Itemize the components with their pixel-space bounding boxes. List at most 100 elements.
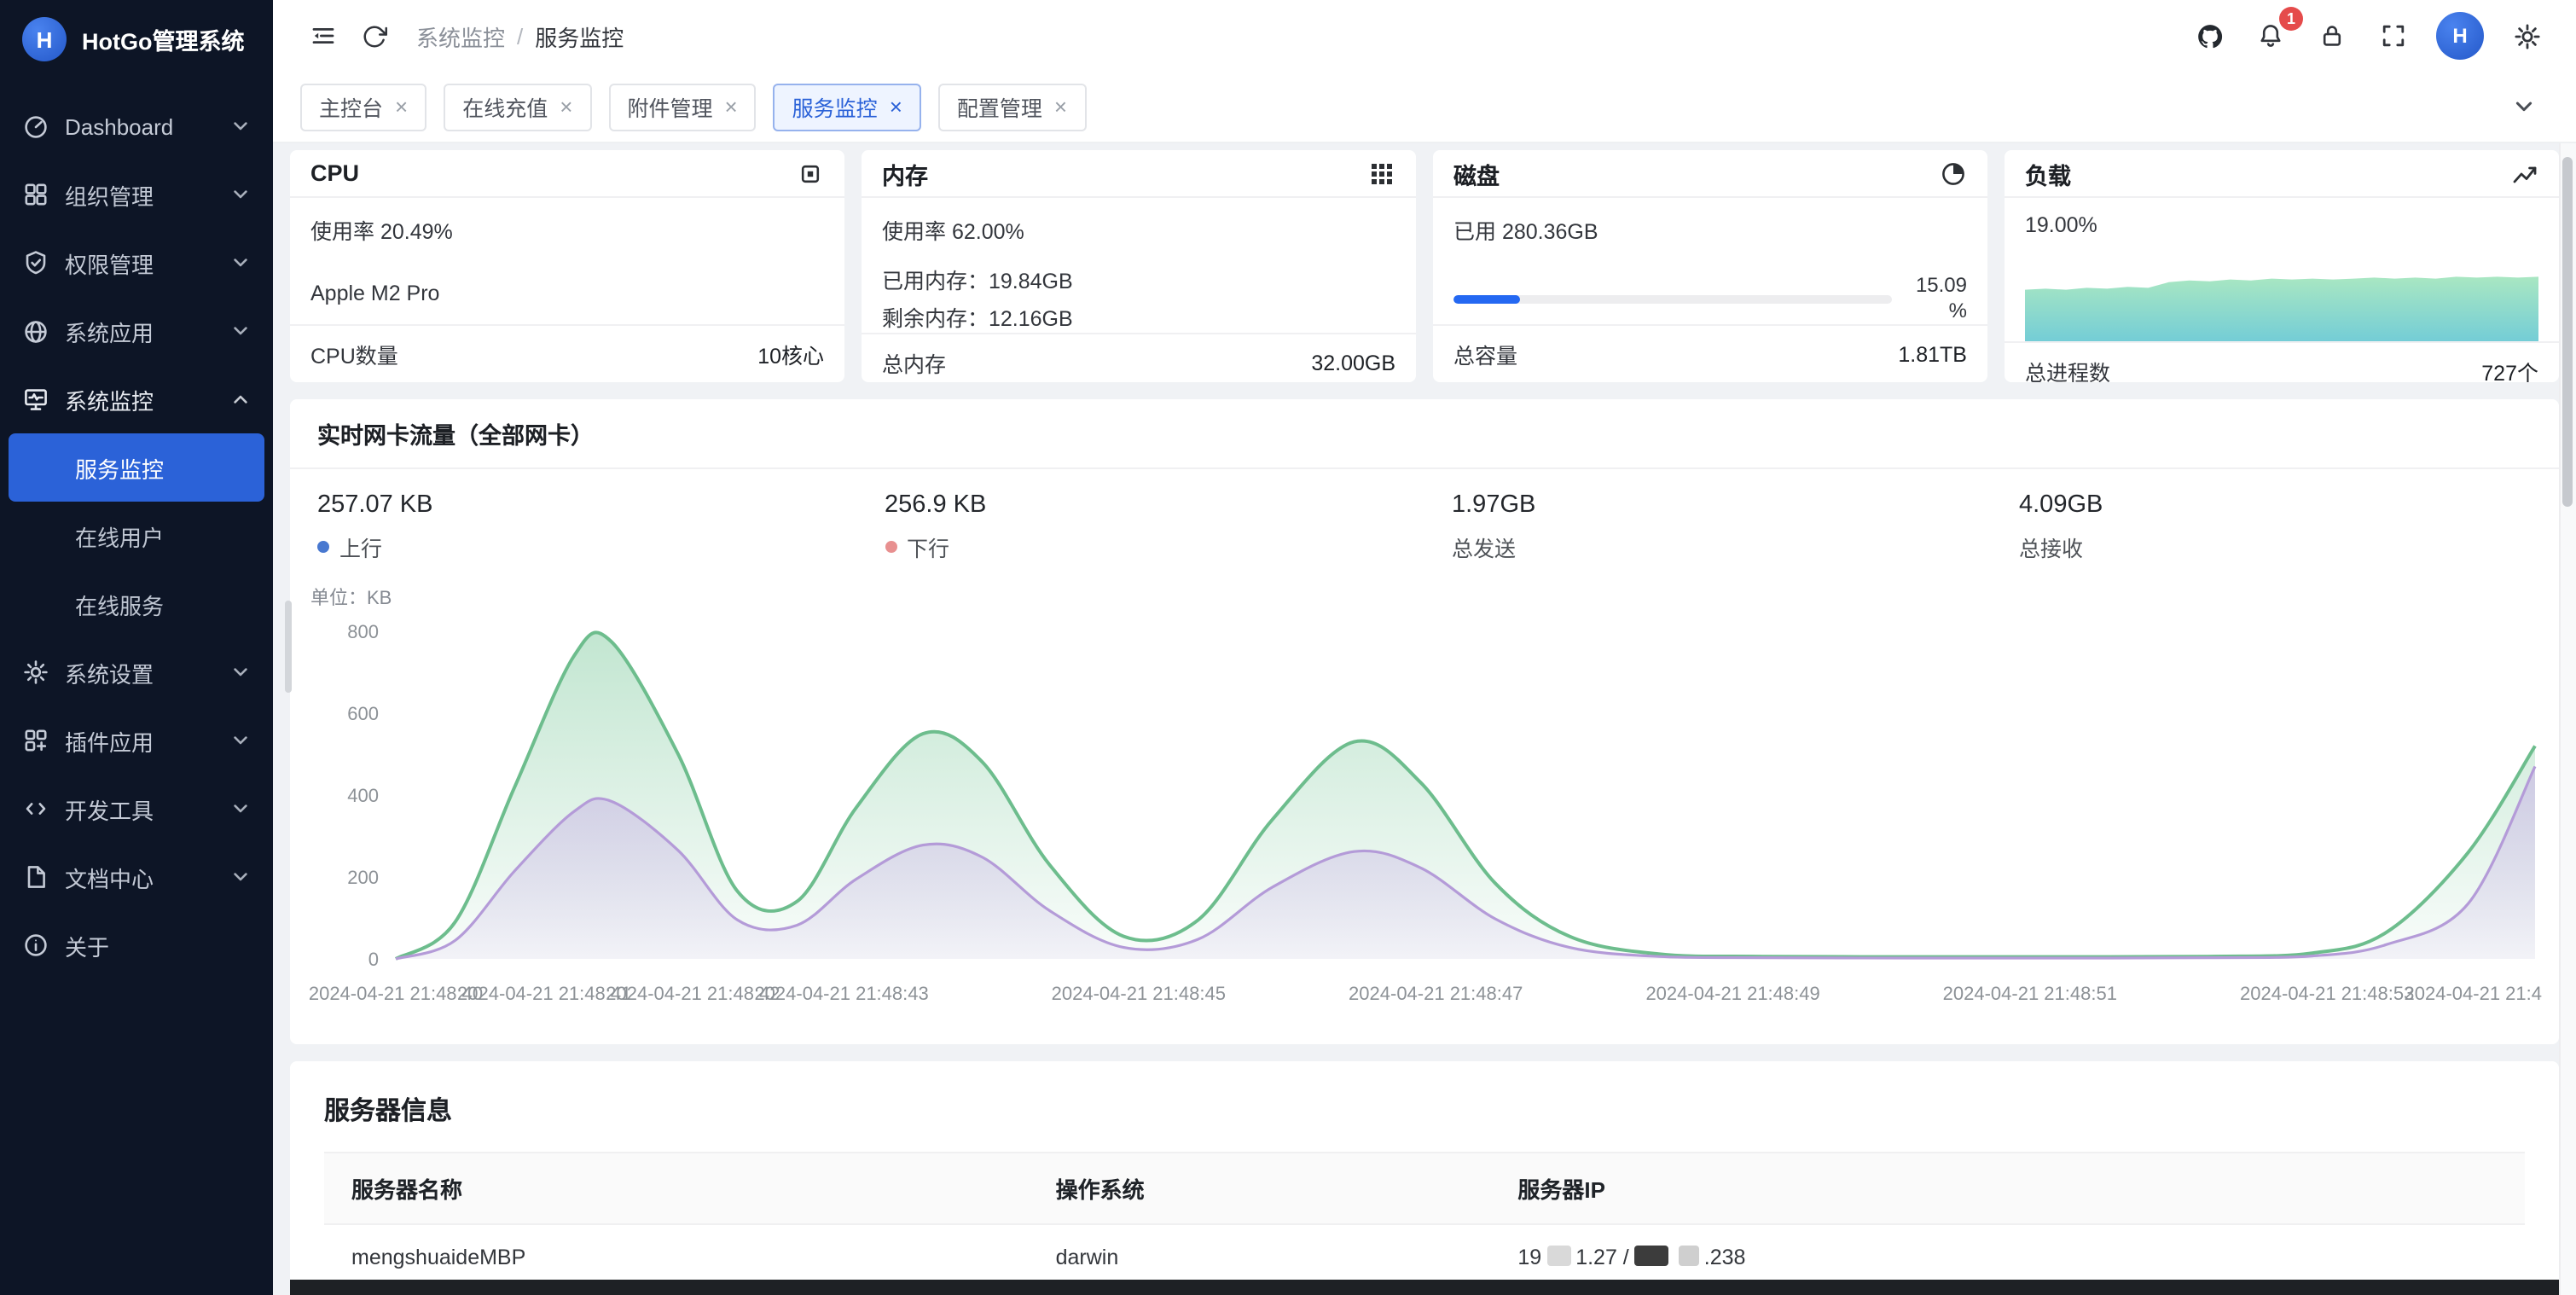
cpu-card-title: CPU: [310, 160, 359, 186]
traffic-stat-download: 256.9 KB 下行: [857, 491, 1424, 563]
column-server-name: 服务器名称: [324, 1153, 1029, 1224]
sidebar-item-org[interactable]: 组织管理: [0, 160, 273, 229]
lock-screen-button[interactable]: [2306, 10, 2358, 61]
monitor-icon: [22, 386, 49, 413]
load-card-title: 负载: [2025, 156, 2071, 190]
sidebar: H HotGo管理系统 Dashboard 组织管理: [0, 0, 273, 1295]
trend-line-icon: [2511, 160, 2538, 187]
disk-progress-fill: [1453, 294, 1520, 303]
breadcrumb-item-current: 服务监控: [535, 20, 624, 52]
fullscreen-button[interactable]: [2368, 10, 2419, 61]
tab-console[interactable]: 主控台 ×: [300, 83, 426, 131]
svg-text:2024-04-21 21:48:45: 2024-04-21 21:48:45: [1052, 983, 1226, 1004]
content-scrollbar-thumb[interactable]: [285, 601, 292, 693]
tab-attachments[interactable]: 附件管理 ×: [608, 83, 756, 131]
sidebar-item-system-monitor[interactable]: 系统监控: [0, 365, 273, 433]
tab-service-monitor[interactable]: 服务监控 ×: [774, 83, 921, 131]
bottom-strip: [290, 1280, 2576, 1295]
traffic-stat-total-sent: 1.97GB 总发送: [1424, 491, 1992, 563]
chevron-down-icon: [230, 116, 251, 136]
app-logo[interactable]: H HotGo管理系统: [0, 0, 273, 78]
upload-legend-dot: [317, 541, 329, 553]
refresh-icon[interactable]: [348, 10, 399, 61]
sidebar-item-about[interactable]: 关于: [0, 911, 273, 979]
scrollbar-track: [2559, 143, 2576, 1295]
load-sparkline: [2025, 249, 2538, 341]
column-server-ip: 服务器IP: [1490, 1153, 2525, 1224]
tab-options-button[interactable]: [2498, 81, 2549, 132]
sidebar-item-docs[interactable]: 文档中心: [0, 843, 273, 911]
svg-text:400: 400: [347, 785, 379, 806]
collapse-sidebar-button[interactable]: [297, 10, 348, 61]
chevron-down-icon: [230, 184, 251, 205]
memory-free: 剩余内存：12.16GB: [882, 300, 1395, 333]
load-card: 负载 19.00% 总进程数 727个: [2005, 150, 2559, 382]
sidebar-subitem-service-monitor[interactable]: 服务监控: [9, 433, 264, 502]
disk-card: 磁盘 已用 280.36GB 15.09 % 总容量: [1433, 150, 1987, 382]
sidebar-item-system-settings[interactable]: 系统设置: [0, 638, 273, 706]
globe-icon: [22, 317, 49, 345]
close-icon[interactable]: ×: [1054, 96, 1067, 118]
settings-button[interactable]: [2501, 10, 2552, 61]
close-icon[interactable]: ×: [560, 96, 572, 118]
lock-icon: [2318, 22, 2346, 49]
svg-text:2024-04-21 21:48:49: 2024-04-21 21:48:49: [1645, 983, 1819, 1004]
download-legend-dot: [885, 541, 896, 553]
server-info-card: 服务器信息 服务器名称 操作系统 服务器IP mengshuaideMBP da…: [290, 1061, 2559, 1295]
header-actions: 1 H: [2184, 10, 2552, 61]
sidebar-item-dev-tools[interactable]: 开发工具: [0, 775, 273, 843]
app-window: H HotGo管理系统 Dashboard 组织管理: [0, 0, 2576, 1295]
cpu-count-label: CPU数量: [310, 338, 398, 370]
svg-text:2024-04-21 21:48:43: 2024-04-21 21:48:43: [754, 983, 928, 1004]
sidebar-item-plugins[interactable]: 插件应用: [0, 706, 273, 775]
column-os: 操作系统: [1029, 1153, 1491, 1224]
tab-config[interactable]: 配置管理 ×: [938, 83, 1086, 131]
shield-icon: [22, 249, 49, 276]
cpu-model: Apple M2 Pro: [310, 282, 824, 305]
sidebar-subitem-online-users[interactable]: 在线用户: [9, 502, 264, 570]
svg-text:2024-04-21 21:48:53: 2024-04-21 21:48:53: [2240, 983, 2414, 1004]
close-icon[interactable]: ×: [395, 96, 408, 118]
disk-used: 已用 280.36GB: [1453, 213, 1967, 246]
close-icon[interactable]: ×: [724, 96, 737, 118]
plugin-icon: [22, 727, 49, 754]
chevron-down-icon: [230, 730, 251, 751]
sidebar-item-system-app[interactable]: 系统应用: [0, 297, 273, 365]
pie-chart-icon: [1940, 160, 1967, 187]
chevron-up-icon: [230, 389, 251, 409]
process-count-label: 总进程数: [2025, 355, 2110, 382]
app-title: HotGo管理系统: [82, 22, 245, 56]
disk-card-title: 磁盘: [1453, 156, 1500, 190]
gear-icon: [22, 659, 49, 686]
github-icon[interactable]: [2184, 10, 2235, 61]
sidebar-subitem-online-services[interactable]: 在线服务: [9, 570, 264, 638]
sidebar-menu: Dashboard 组织管理 权限管理: [0, 78, 273, 979]
breadcrumb-item[interactable]: 系统监控: [416, 20, 505, 52]
dashboard-icon: [22, 113, 49, 140]
close-icon[interactable]: ×: [890, 96, 902, 118]
avatar[interactable]: H: [2436, 12, 2484, 60]
breadcrumb-separator: /: [517, 23, 523, 49]
sidebar-item-permission[interactable]: 权限管理: [0, 229, 273, 297]
memory-card-title: 内存: [882, 156, 928, 190]
memory-total-label: 总内存: [882, 346, 946, 379]
svg-text:2024-04-21 21:48:51: 2024-04-21 21:48:51: [1943, 983, 2117, 1004]
svg-text:200: 200: [347, 867, 379, 888]
cpu-icon: [797, 160, 824, 187]
org-grid-icon: [22, 181, 49, 208]
traffic-card-title: 实时网卡流量（全部网卡）: [290, 399, 2559, 469]
sidebar-item-dashboard[interactable]: Dashboard: [0, 92, 273, 160]
main-content: CPU 使用率 20.49% Apple M2 Pro CPU数量 10核心: [273, 143, 2576, 1295]
svg-text:0: 0: [368, 949, 379, 970]
notifications-button[interactable]: 1: [2245, 10, 2296, 61]
server-info-title: 服务器信息: [324, 1092, 2525, 1128]
traffic-chart: 02004006008002024-04-21 21:48:402024-04-…: [304, 614, 2545, 1041]
bell-icon: [2257, 22, 2284, 49]
svg-text:600: 600: [347, 703, 379, 724]
tab-online-recharge[interactable]: 在线充值 ×: [444, 83, 591, 131]
memory-total-value: 32.00GB: [1311, 351, 1395, 375]
stat-cards-row: CPU 使用率 20.49% Apple M2 Pro CPU数量 10核心: [290, 150, 2559, 382]
disk-total-label: 总容量: [1453, 338, 1517, 370]
memory-card: 内存 使用率 62.00% 已用内存：19.84GB 剩余内存：12.16GB …: [862, 150, 1416, 382]
scrollbar-thumb[interactable]: [2562, 157, 2573, 507]
